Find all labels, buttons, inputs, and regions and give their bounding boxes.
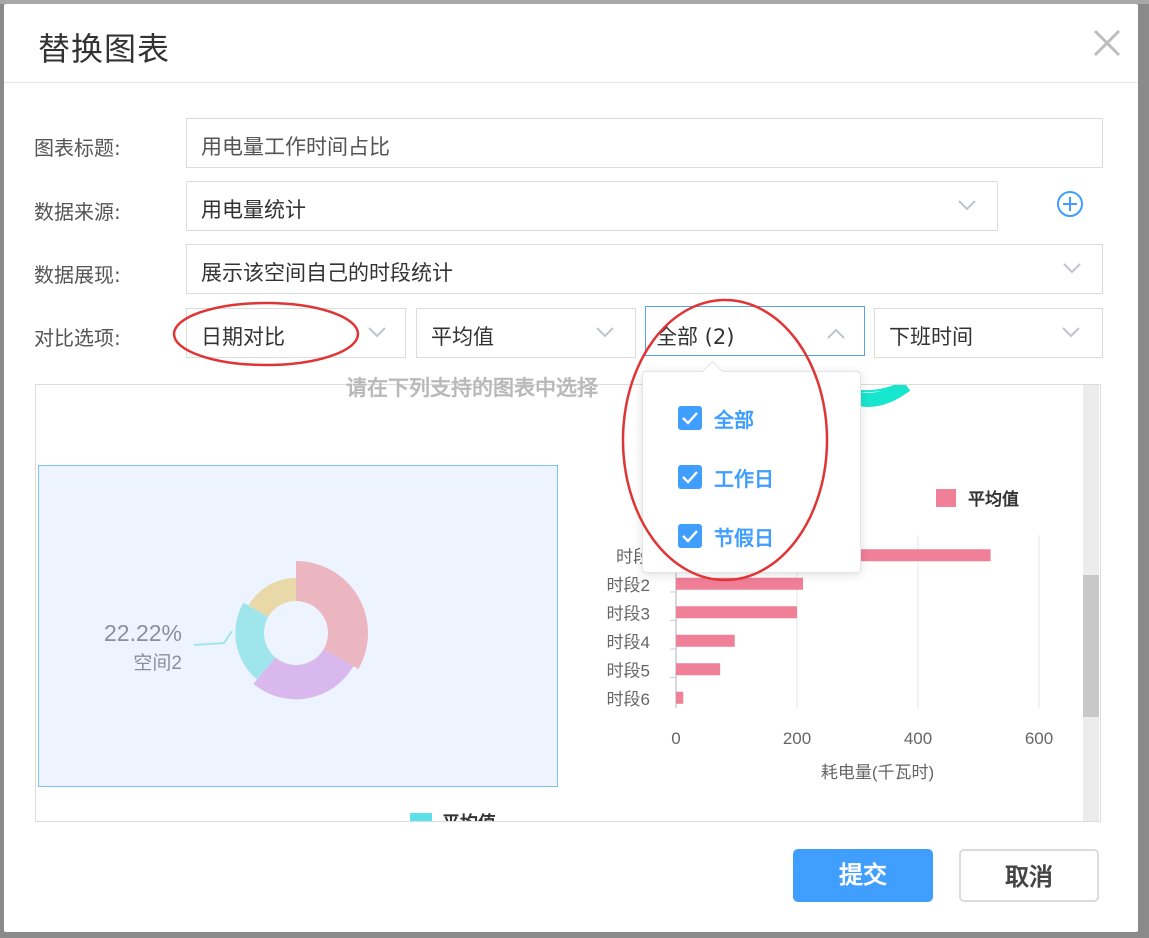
chevron-down-icon — [1062, 327, 1080, 338]
pie-label-line — [193, 630, 233, 646]
checkbox-checked-icon[interactable] — [678, 406, 702, 430]
chevron-down-icon — [368, 327, 386, 338]
chart-title-label: 图表标题: — [34, 136, 121, 160]
bar-category-label: 时段3 — [607, 604, 650, 623]
close-icon[interactable] — [1090, 26, 1124, 60]
bar-category-label: 时段6 — [607, 690, 650, 709]
pie-legend-swatch — [410, 813, 432, 821]
compare-time-select[interactable]: 下班时间 — [874, 308, 1103, 358]
chart-title-value: 用电量工作时间占比 — [201, 135, 390, 159]
data-display-label: 数据展现: — [34, 263, 121, 287]
compare-time-value: 下班时间 — [889, 325, 973, 349]
checkbox-checked-icon[interactable] — [678, 465, 702, 489]
bar — [676, 577, 804, 590]
pie-slice — [296, 561, 369, 669]
data-source-select[interactable]: 用电量统计 — [186, 181, 998, 231]
bar-x-tick-label: 0 — [671, 729, 680, 748]
compare-date-select[interactable]: 日期对比 — [186, 308, 406, 358]
pie-label-name: 空间2 — [133, 652, 182, 674]
bar-x-axis-label: 耗电量(千瓦时) — [821, 763, 934, 782]
pie-label-percent: 22.22% — [104, 620, 182, 646]
bar-category-label: 时段4 — [607, 633, 650, 652]
compare-stat-value: 平均值 — [431, 325, 494, 349]
dropdown-item-label: 工作日 — [714, 467, 774, 491]
chevron-up-icon — [827, 328, 845, 339]
bar-legend-label: 平均值 — [968, 489, 1019, 509]
add-source-icon[interactable] — [1055, 189, 1085, 219]
bar-category-label: 时段5 — [607, 661, 650, 680]
bar-category-label: 时段2 — [607, 576, 650, 595]
chevron-down-icon — [1063, 263, 1081, 274]
preview-charts-svg: 22.22%空间2平均值时段时段2时段3时段4时段5时段60200400600耗… — [104, 385, 1053, 821]
dialog-title: 替换图表 — [38, 30, 171, 68]
chevron-down-icon — [958, 200, 976, 211]
checkbox-checked-icon[interactable] — [678, 524, 702, 548]
compare-daytype-select[interactable]: 全部 (2) — [645, 306, 865, 356]
bar-x-tick-label: 600 — [1025, 729, 1053, 748]
bar — [676, 606, 797, 619]
data-display-value: 展示该空间自己的时段统计 — [201, 261, 453, 285]
dropdown-item-label: 节假日 — [714, 526, 774, 550]
bar-x-tick-label: 400 — [904, 729, 932, 748]
data-display-select[interactable]: 展示该空间自己的时段统计 — [186, 244, 1103, 294]
data-source-label: 数据来源: — [34, 200, 121, 224]
chart-preview-panel: 22.22%空间2平均值时段时段2时段3时段4时段5时段60200400600耗… — [35, 384, 1101, 822]
daytype-dropdown-menu: 全部 工作日 节假日 — [642, 360, 861, 573]
bar — [676, 634, 735, 647]
compare-daytype-value: 全部 (2) — [656, 325, 735, 349]
bar — [676, 691, 684, 704]
chevron-down-icon — [596, 327, 614, 338]
bar-legend-swatch — [936, 489, 956, 507]
dropdown-item-label: 全部 — [714, 408, 754, 432]
bar — [676, 663, 721, 676]
pie-legend-label: 平均值 — [442, 812, 496, 821]
compare-label: 对比选项: — [34, 326, 121, 350]
bar-x-tick-label: 200 — [783, 729, 811, 748]
compare-date-value: 日期对比 — [201, 325, 285, 349]
submit-button[interactable]: 提交 — [793, 849, 933, 902]
compare-stat-select[interactable]: 平均值 — [416, 308, 636, 358]
cancel-button[interactable]: 取消 — [959, 849, 1099, 902]
data-source-value: 用电量统计 — [201, 198, 306, 222]
dialog-header: 替换图表 — [4, 4, 1138, 83]
chart-title-input[interactable]: 用电量工作时间占比 — [186, 118, 1103, 168]
preview-hint: 请在下列支持的图表中选择 — [346, 376, 598, 400]
